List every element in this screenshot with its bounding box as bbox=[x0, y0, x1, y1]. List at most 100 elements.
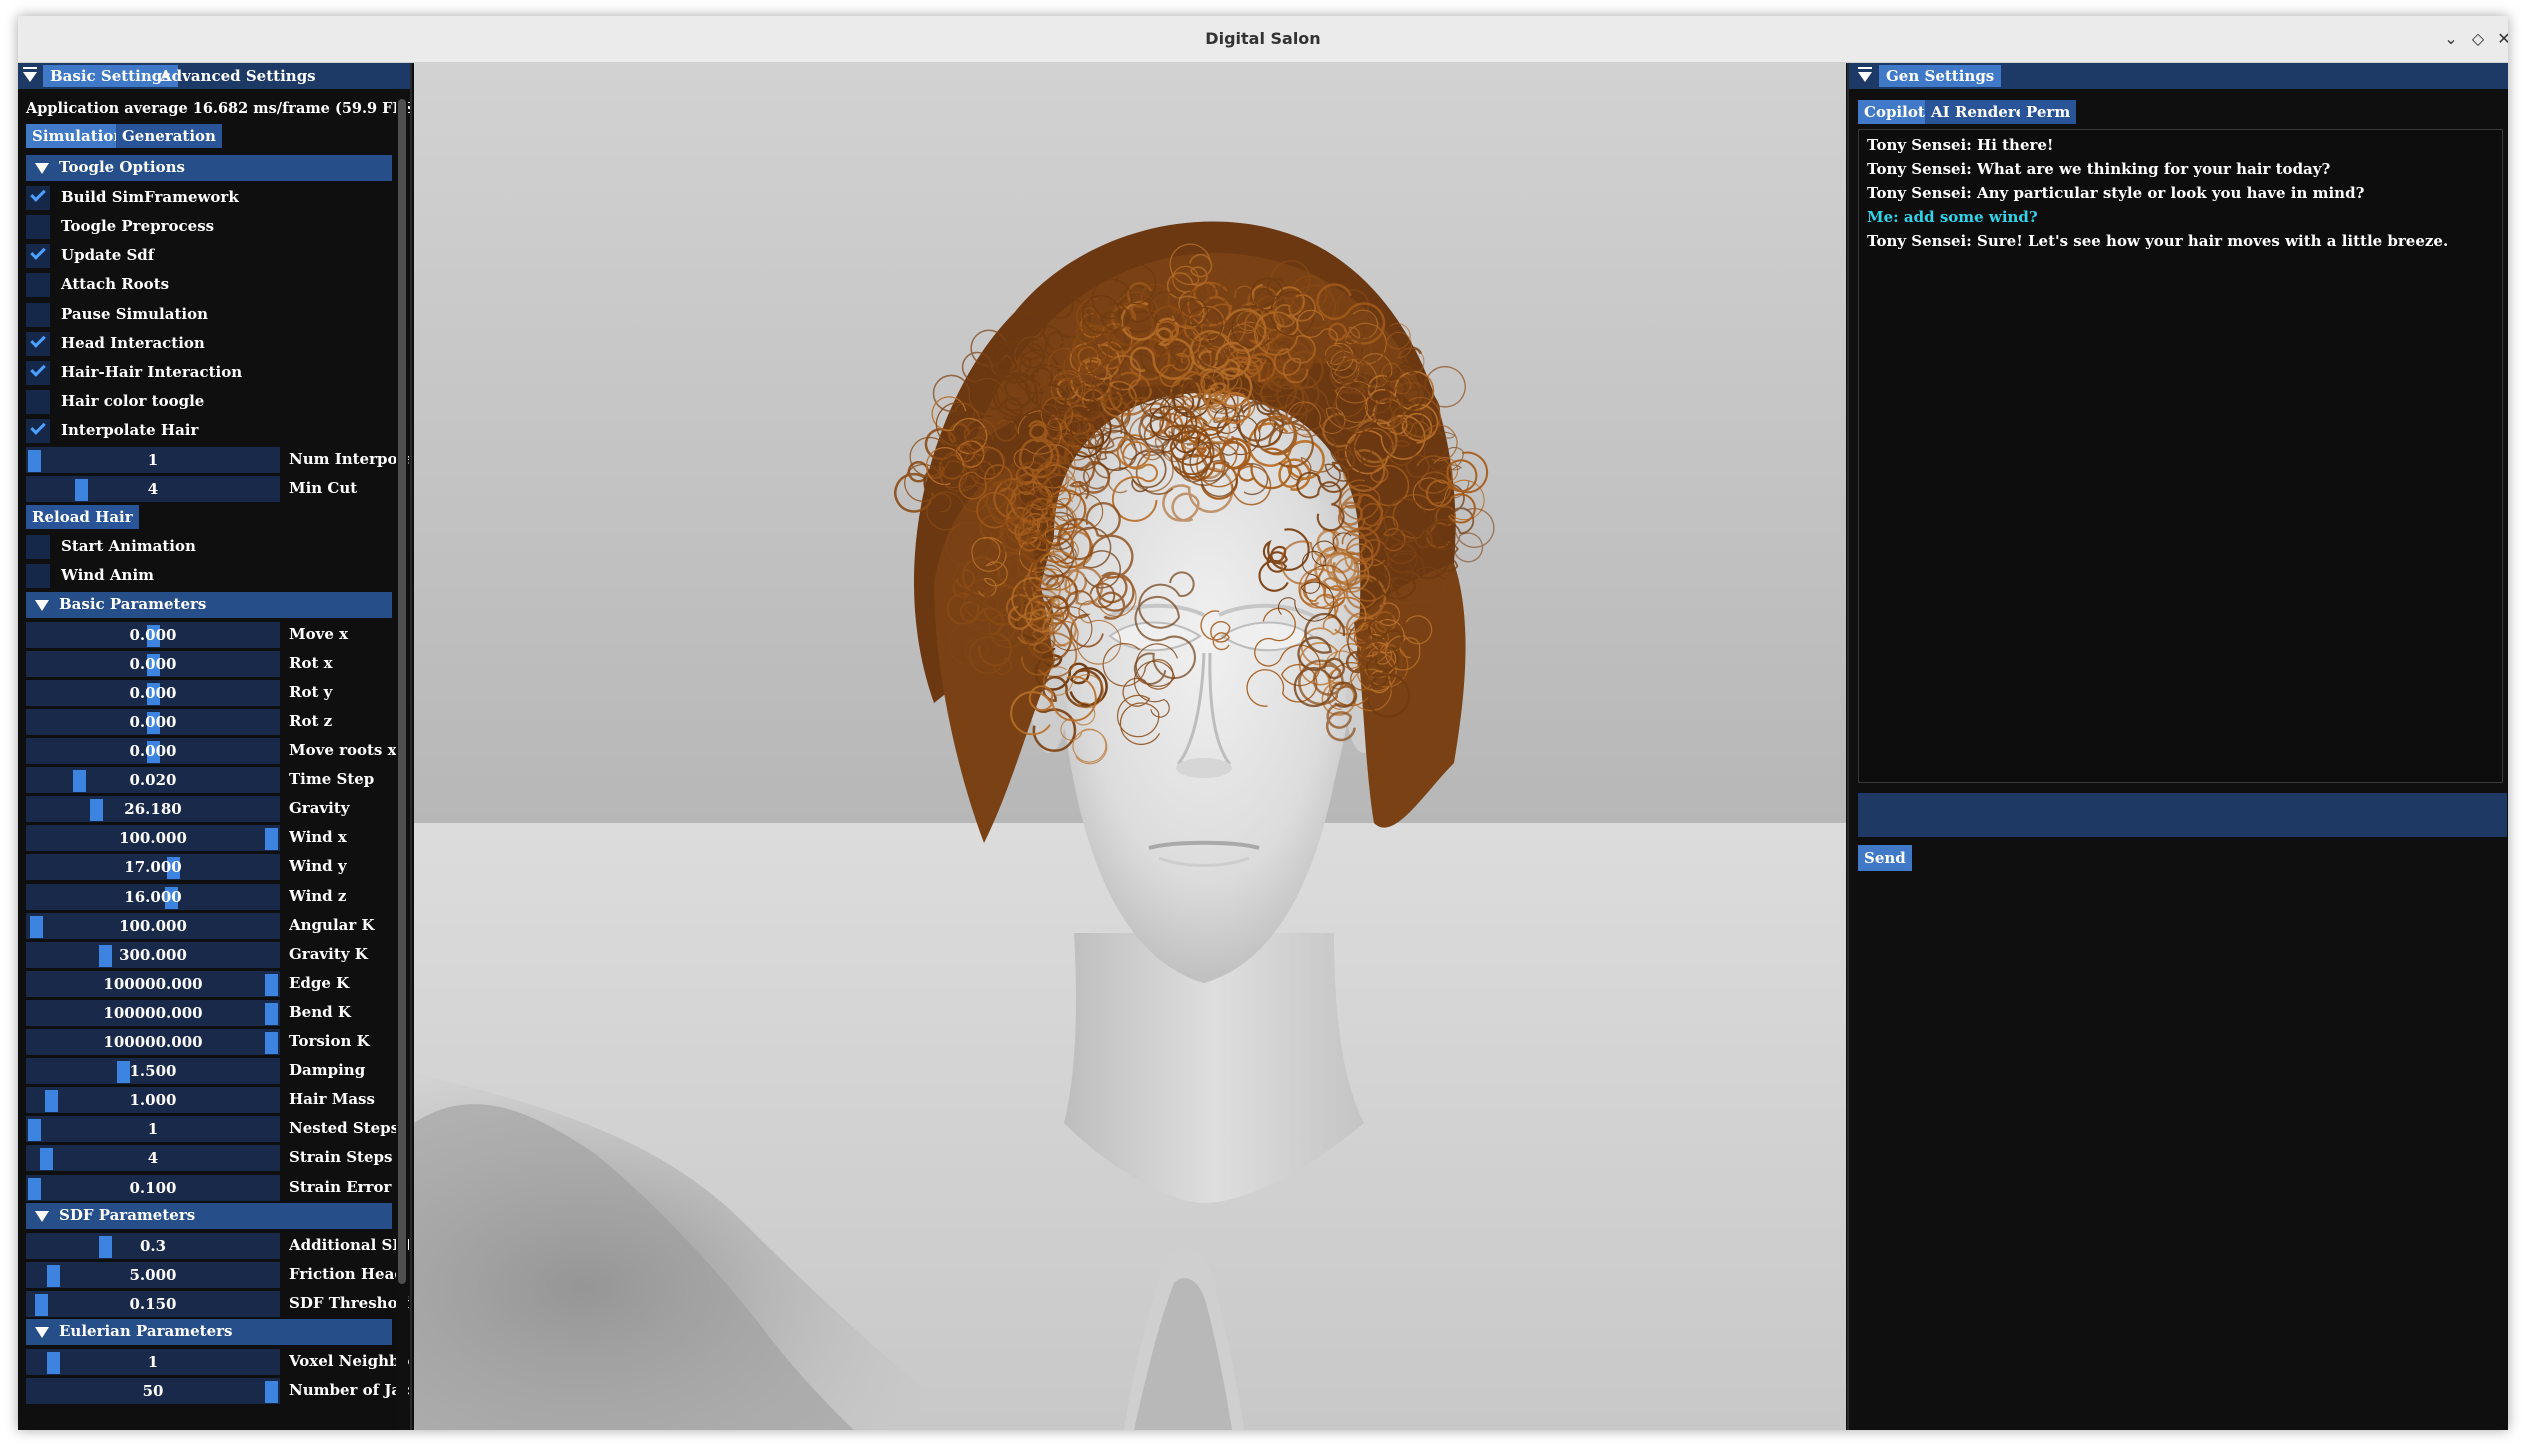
slider-value: 4 bbox=[147, 1149, 159, 1168]
checkbox-box[interactable] bbox=[26, 331, 50, 356]
slider-track[interactable]: 300.000 bbox=[26, 941, 280, 968]
checkbox-label: Update Sdf bbox=[61, 246, 155, 265]
slider-track[interactable]: 1 bbox=[26, 1349, 280, 1376]
slider-sdf-threshold[interactable]: 0.150 SDF Threshold bbox=[26, 1290, 409, 1317]
slider-move-x[interactable]: 0.000 Move x bbox=[26, 621, 406, 648]
section-header-label: SDF Parameters bbox=[59, 1205, 196, 1224]
slider-value: 0.3 bbox=[139, 1236, 167, 1255]
send-button[interactable]: Send bbox=[1858, 845, 1912, 871]
slider-track[interactable]: 1 bbox=[26, 447, 280, 473]
slider-value: 16.000 bbox=[124, 887, 182, 906]
slider-time-step[interactable]: 0.020 Time Step bbox=[26, 766, 406, 794]
slider-additional-sdf[interactable]: 0.3 Additional SDF bbox=[26, 1232, 409, 1259]
slider-track[interactable]: 17.000 bbox=[26, 854, 280, 881]
tab-generation[interactable]: Generation bbox=[116, 124, 222, 148]
slider-track[interactable]: 0.100 bbox=[26, 1174, 280, 1201]
section-header-basic-parameters[interactable]: Basic Parameters bbox=[26, 591, 392, 618]
tab-copilot[interactable]: Copilot bbox=[1858, 100, 1931, 124]
slider-rot-y[interactable]: 0.000 Rot y bbox=[26, 679, 406, 706]
slider-track[interactable]: 0.000 bbox=[26, 650, 280, 677]
slider-torsion-k[interactable]: 100000.000 Torsion K bbox=[26, 1028, 406, 1055]
slider-track[interactable]: 16.000 bbox=[26, 883, 280, 910]
checkbox-box[interactable] bbox=[26, 564, 50, 589]
slider-rot-x[interactable]: 0.000 Rot x bbox=[26, 650, 406, 677]
tab-perm[interactable]: Perm bbox=[2020, 100, 2077, 124]
slider-damping[interactable]: 1.500 Damping bbox=[26, 1057, 406, 1085]
checkbox-box[interactable] bbox=[26, 360, 50, 385]
maximize-icon[interactable]: ◇ bbox=[2467, 28, 2489, 50]
slider-edge-k[interactable]: 100000.000 Edge K bbox=[26, 970, 406, 997]
slider-track[interactable]: 0.000 bbox=[26, 679, 280, 706]
minimize-icon[interactable]: ⌄ bbox=[2440, 28, 2462, 50]
checkbox-box[interactable] bbox=[26, 273, 50, 298]
checkbox-box[interactable] bbox=[26, 186, 50, 211]
reload-hair-button[interactable]: Reload Hair bbox=[26, 505, 139, 530]
slider-track[interactable]: 50 bbox=[26, 1378, 280, 1405]
slider-track[interactable]: 100000.000 bbox=[26, 999, 280, 1026]
checkbox-box[interactable] bbox=[26, 302, 50, 327]
tab-advanced-settings[interactable]: Advanced Settings bbox=[153, 65, 323, 87]
slider-track[interactable]: 0.000 bbox=[26, 708, 280, 735]
collapse-icon[interactable] bbox=[1858, 72, 1872, 82]
slider-hair-mass[interactable]: 1.000 Hair Mass bbox=[26, 1086, 406, 1114]
slider-track[interactable]: 100000.000 bbox=[26, 1029, 280, 1055]
slider-rot-z[interactable]: 0.000 Rot z bbox=[26, 708, 406, 735]
slider-track[interactable]: 100.000 bbox=[26, 912, 280, 939]
checkbox-box[interactable] bbox=[26, 535, 50, 560]
slider-track[interactable]: 26.180 bbox=[26, 796, 280, 823]
slider-wind-y[interactable]: 17.000 Wind y bbox=[26, 853, 406, 881]
hair-render-scene[interactable] bbox=[414, 63, 1846, 1430]
chat-input[interactable] bbox=[1858, 793, 2507, 837]
slider-track[interactable]: 5.000 bbox=[26, 1261, 280, 1288]
checkbox-box[interactable] bbox=[26, 244, 50, 269]
checkbox-label: Hair color toogle bbox=[61, 391, 205, 410]
slider-track[interactable]: 4 bbox=[26, 1145, 280, 1172]
slider-track[interactable]: 1.500 bbox=[26, 1058, 280, 1085]
checkbox-box[interactable] bbox=[26, 389, 50, 414]
section-header-sdf-parameters[interactable]: SDF Parameters bbox=[26, 1202, 392, 1229]
slider-num-interpolat[interactable]: 1 Num Interpolat bbox=[26, 446, 409, 473]
slider-bend-k[interactable]: 100000.000 Bend K bbox=[26, 999, 406, 1026]
slider-gravity[interactable]: 26.180 Gravity bbox=[26, 795, 406, 823]
scrollbar-thumb[interactable] bbox=[398, 99, 406, 1284]
settings-scrollbar[interactable] bbox=[396, 93, 408, 1430]
collapse-icon[interactable] bbox=[23, 72, 37, 82]
chat-message-assistant: Tony Sensei: Any particular style or loo… bbox=[1867, 184, 2365, 202]
slider-strain-steps[interactable]: 4 Strain Steps bbox=[26, 1144, 406, 1172]
slider-track[interactable]: 0.3 bbox=[26, 1232, 280, 1259]
slider-nested-steps[interactable]: 1 Nested Steps bbox=[26, 1115, 406, 1143]
slider-track[interactable]: 0.020 bbox=[26, 767, 280, 794]
tab-simulation[interactable]: Simulation bbox=[26, 124, 131, 148]
slider-value: 100000.000 bbox=[103, 974, 203, 993]
slider-voxel-neighbor[interactable]: 1 Voxel Neighbor bbox=[26, 1348, 409, 1376]
gen-settings-title[interactable]: Gen Settings bbox=[1879, 65, 2002, 87]
slider-track[interactable]: 0.000 bbox=[26, 738, 280, 764]
slider-label: Friction Head bbox=[289, 1264, 405, 1283]
slider-wind-z[interactable]: 16.000 Wind z bbox=[26, 883, 406, 910]
section-header-eulerian-parameters[interactable]: Eulerian Parameters bbox=[26, 1319, 392, 1345]
checkbox-label: Wind Anim bbox=[61, 566, 155, 585]
slider-track[interactable]: 100000.000 bbox=[26, 970, 280, 997]
slider-track[interactable]: 0.150 bbox=[26, 1290, 280, 1317]
slider-track[interactable]: 1 bbox=[26, 1116, 280, 1143]
slider-label: Wind x bbox=[289, 828, 347, 847]
checkbox-box[interactable] bbox=[26, 418, 50, 443]
slider-min-cut[interactable]: 4 Min Cut bbox=[26, 475, 406, 503]
slider-track[interactable]: 100.000 bbox=[26, 825, 280, 852]
section-header-toggle-options[interactable]: Toogle Options bbox=[26, 155, 392, 181]
slider-strain-error[interactable]: 0.100 Strain Error bbox=[26, 1174, 406, 1201]
slider-track[interactable]: 4 bbox=[26, 476, 280, 503]
slider-value: 1.000 bbox=[129, 1091, 177, 1110]
slider-angular-k[interactable]: 100.000 Angular K bbox=[26, 912, 406, 939]
slider-gravity-k[interactable]: 300.000 Gravity K bbox=[26, 941, 406, 968]
slider-track[interactable]: 1.000 bbox=[26, 1087, 280, 1114]
slider-wind-x[interactable]: 100.000 Wind x bbox=[26, 824, 406, 852]
checkbox-box[interactable] bbox=[26, 215, 50, 240]
slider-track[interactable]: 0.000 bbox=[26, 621, 280, 648]
slider-move-roots-x[interactable]: 0.000 Move roots x bbox=[26, 737, 406, 764]
close-icon[interactable]: ✕ bbox=[2493, 28, 2508, 50]
3d-viewport[interactable] bbox=[414, 63, 1846, 1430]
slider-number-of-jaco[interactable]: 50 Number of Jaco bbox=[26, 1377, 409, 1405]
chat-log[interactable]: Tony Sensei: Hi there! Tony Sensei: What … bbox=[1858, 129, 2503, 783]
slider-friction-head[interactable]: 5.000 Friction Head bbox=[26, 1261, 406, 1288]
